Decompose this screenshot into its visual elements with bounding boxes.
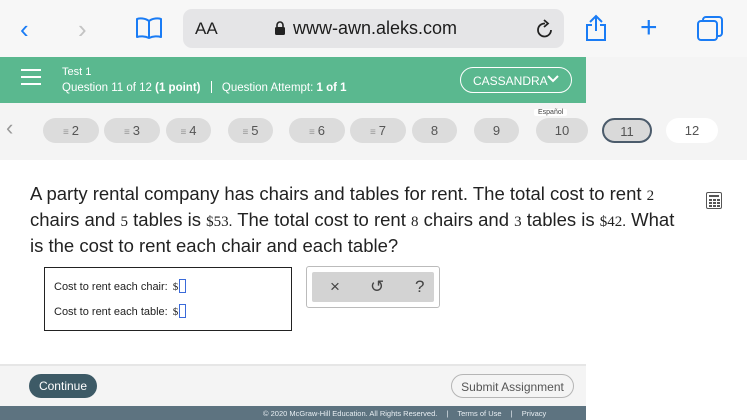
chevron-down-icon	[547, 71, 559, 88]
question-number: 6	[317, 123, 326, 138]
math-value: 2	[646, 188, 655, 204]
chair-cost-label: Cost to rent each chair:	[54, 281, 168, 293]
footer-bar: Continue Submit Assignment	[0, 366, 586, 406]
table-cost-input[interactable]	[179, 304, 187, 318]
bookmarks-icon[interactable]	[136, 17, 162, 44]
text-size-button[interactable]: AA	[195, 19, 218, 39]
question-number: 9	[492, 123, 501, 138]
math-value: $42.	[599, 214, 627, 230]
answered-icon: ≡	[242, 127, 249, 138]
url-text: www-awn.aleks.com	[293, 18, 458, 38]
question-number: 3	[132, 123, 141, 138]
question-nav-button[interactable]: 9	[474, 118, 519, 143]
undo-icon[interactable]: ↺	[370, 277, 384, 297]
question-number: 12	[684, 123, 700, 138]
clear-icon[interactable]: ×	[330, 277, 340, 297]
question-navigator: ‹ Español ≡ 2 ≡ 3 ≡ 4 ≡ 5 ≡ 6 ≡ 7 8 9 10 11 12	[0, 103, 747, 160]
answer-tools: × ↺ ?	[306, 266, 440, 308]
answer-box: Cost to rent each chair: $ Cost to rent …	[44, 267, 292, 331]
table-cost-label: Cost to rent each table:	[54, 306, 168, 318]
chair-cost-input[interactable]	[179, 279, 187, 293]
calculator-icon[interactable]	[706, 192, 722, 209]
tabs-icon[interactable]	[697, 16, 723, 47]
reload-icon[interactable]	[535, 18, 555, 45]
back-icon[interactable]: ‹	[20, 14, 29, 45]
terms-link[interactable]: Terms of Use	[457, 409, 501, 418]
address-bar[interactable]: AA www-awn.aleks.com	[183, 9, 564, 48]
copyright-text: © 2020 McGraw-Hill Education. All Rights…	[263, 409, 438, 418]
question-nav-button[interactable]: 8	[412, 118, 457, 143]
question-nav-button[interactable]: 10	[536, 118, 588, 143]
question-label: Question 11 of 12	[62, 82, 152, 94]
attempt-label: Question Attempt:	[221, 82, 314, 94]
answered-icon: ≡	[62, 127, 69, 138]
question-text-part: The total cost to rent	[232, 209, 411, 230]
question-number: 2	[71, 123, 80, 138]
math-value: 8	[411, 214, 419, 230]
question-number: 5	[251, 123, 259, 138]
question-number: 4	[189, 123, 197, 138]
help-icon[interactable]: ?	[415, 277, 424, 297]
question-text-part: chairs and	[418, 209, 515, 230]
attempt-value: 1 of 1	[316, 82, 347, 94]
user-name: CASSANDRA	[473, 74, 548, 88]
copyright-bar: © 2020 McGraw-Hill Education. All Rights…	[0, 406, 586, 420]
menu-icon[interactable]	[21, 69, 41, 85]
answered-icon: ≡	[180, 127, 187, 138]
question-points: (1 point)	[155, 82, 201, 94]
user-menu-button[interactable]: CASSANDRA	[460, 67, 572, 93]
question-nav-button[interactable]: ≡ 7	[350, 118, 406, 143]
question-nav-button[interactable]: ≡ 5	[228, 118, 273, 143]
chair-answer-row: Cost to rent each chair: $	[54, 279, 187, 293]
divider: |	[510, 409, 513, 418]
question-text-part: tables is	[521, 209, 600, 230]
browser-toolbar: ‹ › AA www-awn.aleks.com +	[0, 0, 747, 57]
question-number: 11	[620, 124, 634, 139]
submit-assignment-button[interactable]: Submit Assignment	[451, 374, 574, 398]
table-answer-row: Cost to rent each table: $	[54, 304, 187, 318]
privacy-link[interactable]: Privacy	[522, 409, 547, 418]
lock-icon	[274, 21, 286, 41]
math-value: 5	[120, 214, 129, 230]
question-text-part: A party rental company has chairs and ta…	[30, 183, 647, 204]
question-nav-button[interactable]: ≡ 6	[289, 118, 345, 143]
header-background	[586, 57, 747, 103]
page-margin	[586, 364, 747, 420]
math-value: $53.	[206, 214, 233, 230]
question-text-part: chairs and	[30, 209, 121, 230]
question-text-part: tables is	[128, 209, 207, 230]
chevron-left-icon[interactable]: ‹	[6, 115, 13, 141]
forward-icon[interactable]: ›	[78, 14, 87, 45]
test-header: Test 1 Question 11 of 12 (1 point) Quest…	[0, 57, 586, 103]
question-number: 7	[378, 123, 387, 138]
currency-symbol: $	[172, 306, 179, 318]
answered-icon: ≡	[308, 127, 315, 138]
test-title: Test 1	[62, 66, 92, 78]
answered-icon: ≡	[123, 127, 130, 138]
question-number: 10	[554, 123, 570, 138]
question-number: 8	[430, 123, 439, 138]
answered-icon: ≡	[369, 127, 376, 138]
question-text: A party rental company has chairs and ta…	[30, 182, 690, 257]
question-nav-button[interactable]: 12	[666, 118, 718, 143]
question-nav-button[interactable]: 11	[602, 118, 652, 143]
new-tab-icon[interactable]: +	[640, 11, 658, 45]
espanol-label[interactable]: Español	[534, 109, 568, 116]
divider: |	[446, 409, 449, 418]
currency-symbol: $	[172, 281, 179, 293]
question-nav-button[interactable]: ≡ 3	[104, 118, 160, 143]
math-value: 3	[514, 214, 522, 230]
tool-palette: × ↺ ?	[312, 272, 434, 302]
share-icon[interactable]	[584, 14, 608, 47]
question-status: Question 11 of 12 (1 point) Question Att…	[62, 81, 347, 94]
question-nav-button[interactable]: ≡ 4	[166, 118, 211, 143]
divider	[210, 81, 212, 93]
question-nav-button[interactable]: ≡ 2	[43, 118, 99, 143]
continue-button[interactable]: Continue	[29, 374, 97, 398]
